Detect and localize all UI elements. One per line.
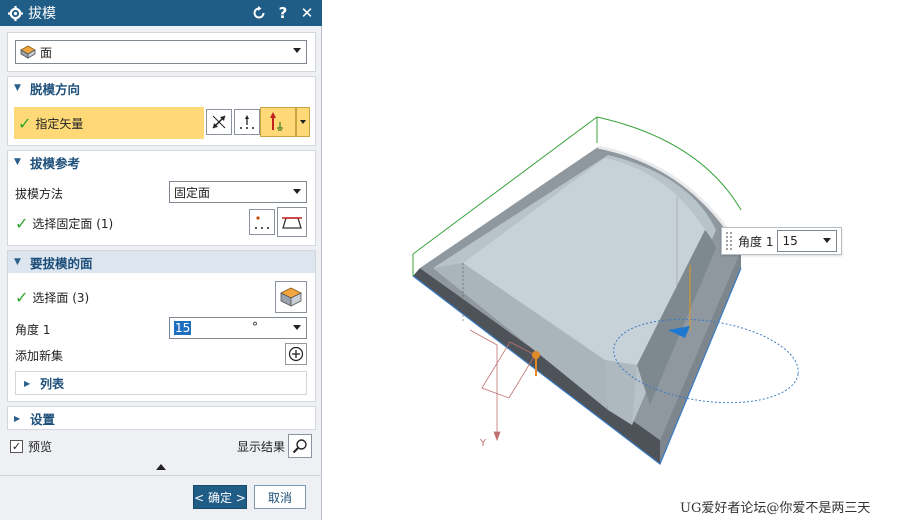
watermark: UG爱好者论坛@你爱不是两三天 <box>680 501 871 516</box>
angle-popup[interactable]: 角度 1 15 <box>721 227 842 255</box>
chevron-down-icon <box>293 189 301 194</box>
chevron-down-icon <box>823 238 832 243</box>
fixed-face-icon[interactable] <box>277 207 307 237</box>
select-face-label: 选择面 (3) <box>32 290 90 305</box>
check-icon: ✓ <box>15 213 29 233</box>
preview-row[interactable]: ✓ 预览 <box>10 437 52 455</box>
face-icon <box>20 45 36 59</box>
model-view[interactable]: Y <box>322 0 899 520</box>
angle-input[interactable]: 15 ° <box>169 317 307 339</box>
select-face-row[interactable]: ✓ 选择面 (3) <box>15 287 89 307</box>
list-label: 列表 <box>40 376 65 391</box>
drag-handle-icon[interactable] <box>725 231 733 251</box>
dialog-title: 拔模 <box>28 6 56 22</box>
expand-triangle-icon: ▶ <box>14 413 21 423</box>
cancel-button[interactable]: 取消 <box>254 485 306 509</box>
angle-popup-input[interactable]: 15 <box>777 230 838 252</box>
select-fixed-face-label: 选择固定面 (1) <box>32 216 114 231</box>
vector-dropdown-button[interactable] <box>296 107 310 137</box>
section-title: 要拔模的面 <box>30 255 93 271</box>
help-icon[interactable]: ? <box>274 3 292 23</box>
angle-value: 15 <box>174 321 192 335</box>
section-title: 设置 <box>30 411 56 427</box>
specify-vector-label: 指定矢量 <box>35 116 84 131</box>
close-icon[interactable]: ✕ <box>298 3 316 23</box>
dialog-titlebar: 拔模 ? ✕ <box>0 0 322 26</box>
section-header-draft-direction[interactable]: ▼ 脱模方向 <box>8 77 315 99</box>
preview-label: 预览 <box>28 439 53 454</box>
origin-handle <box>532 351 540 359</box>
select-fixed-face-row[interactable]: ✓ 选择固定面 (1) <box>15 213 113 233</box>
show-result-button[interactable] <box>288 434 312 458</box>
select-face-icon[interactable] <box>275 281 307 313</box>
settings-section: ▶ 设置 <box>7 406 316 430</box>
point-dialog-icon[interactable] <box>249 209 275 235</box>
section-header-draft-reference[interactable]: ▼ 拔模参考 <box>8 151 315 173</box>
faces-to-draft-section: ▼ 要拔模的面 ✓ 选择面 (3) 角度 1 15 ° 添加新集 ▶ 列表 <box>7 250 316 402</box>
preview-checkbox[interactable]: ✓ <box>10 439 23 453</box>
type-panel: 面 <box>7 32 316 72</box>
zc-axis-icon[interactable] <box>260 107 296 137</box>
chevron-down-icon <box>293 325 301 330</box>
collapse-triangle-icon: ▼ <box>14 83 21 93</box>
angle-label: 角度 1 <box>15 323 51 337</box>
vector-dialog-icon[interactable] <box>234 109 260 135</box>
type-select-value: 面 <box>40 45 53 60</box>
type-select[interactable]: 面 <box>15 40 307 64</box>
graphics-viewport[interactable]: Y <box>322 0 899 520</box>
show-result-label: 显示结果 <box>237 440 286 454</box>
draft-dialog: 拔模 ? ✕ 面 ▼ 脱模方向 ✓ 指定矢量 ▼ 拔模参考 拔模方法 固定面 ✓… <box>0 0 322 520</box>
angle-popup-label: 角度 1 <box>738 234 774 249</box>
collapse-dialog-icon[interactable] <box>156 464 166 470</box>
list-subsection[interactable]: ▶ 列表 <box>15 371 307 395</box>
ok-button[interactable]: < 确定 > <box>193 485 247 509</box>
triad-y-label: Y <box>479 438 487 449</box>
add-new-set-label: 添加新集 <box>15 349 64 363</box>
section-title: 拔模参考 <box>30 155 81 171</box>
angle-unit: ° <box>252 320 258 334</box>
specify-vector-row[interactable]: ✓ 指定矢量 <box>14 107 204 139</box>
section-title: 脱模方向 <box>30 81 81 97</box>
collapse-triangle-icon: ▼ <box>14 257 21 267</box>
draft-direction-section: ▼ 脱模方向 ✓ 指定矢量 <box>7 76 316 146</box>
check-icon: ✓ <box>18 113 32 133</box>
chevron-down-icon <box>300 120 306 124</box>
draft-method-label: 拔模方法 <box>15 187 64 201</box>
reverse-direction-icon[interactable] <box>206 109 232 135</box>
draft-method-value: 固定面 <box>174 185 211 200</box>
angle-popup-value: 15 <box>782 234 798 248</box>
draft-reference-section: ▼ 拔模参考 拔模方法 固定面 ✓ 选择固定面 (1) <box>7 150 316 246</box>
chevron-down-icon <box>293 48 301 53</box>
section-header-faces-to-draft[interactable]: ▼ 要拔模的面 <box>8 251 315 273</box>
section-header-settings[interactable]: ▶ 设置 <box>8 407 315 429</box>
gear-icon[interactable] <box>4 5 26 21</box>
magnifier-icon <box>292 439 307 454</box>
reset-icon[interactable] <box>250 3 268 23</box>
expand-triangle-icon: ▶ <box>24 378 31 388</box>
check-icon: ✓ <box>15 287 29 307</box>
divider <box>0 475 322 476</box>
draft-method-select[interactable]: 固定面 <box>169 181 307 203</box>
collapse-triangle-icon: ▼ <box>14 157 21 167</box>
add-set-button[interactable] <box>285 343 307 365</box>
